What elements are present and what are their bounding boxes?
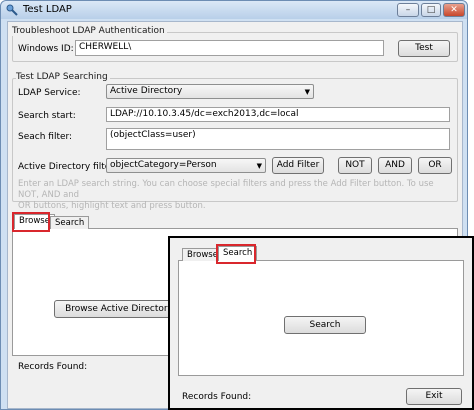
- window-title: Test LDAP: [23, 4, 72, 15]
- ad-filters-value: objectCategory=Person: [110, 160, 217, 170]
- ldap-service-value: Active Directory: [110, 86, 183, 96]
- not-button[interactable]: NOT: [338, 157, 372, 174]
- windows-id-input[interactable]: CHERWELL\: [75, 40, 384, 56]
- minimize-button[interactable]: –: [397, 3, 419, 17]
- chevron-down-icon: ▼: [304, 88, 310, 96]
- maximize-button[interactable]: □: [421, 3, 441, 17]
- minimize-icon: –: [405, 5, 411, 15]
- search-tab-inset: Browse Search Search Records Found: Exit: [168, 236, 474, 410]
- test-button[interactable]: Test: [398, 40, 450, 57]
- ad-filters-select[interactable]: objectCategory=Person ▼: [106, 158, 266, 173]
- title-bar[interactable]: Test LDAP – □ ✕: [1, 1, 467, 19]
- search-start-input[interactable]: LDAP://10.10.3.45/dc=exch2013,dc=local: [106, 107, 450, 122]
- search-hint-line2: OR buttons, highlight text and press but…: [18, 201, 206, 211]
- or-button[interactable]: OR: [418, 157, 452, 174]
- ldap-service-label: LDAP Service:: [18, 88, 81, 98]
- search-filter-label: Seach filter:: [18, 132, 73, 142]
- search-filter-input[interactable]: (objectClass=user): [106, 128, 450, 150]
- search-hint-line1: Enter an LDAP search string. You can cho…: [18, 179, 434, 200]
- windows-id-label: Windows ID:: [18, 44, 74, 54]
- troubleshoot-group-title: Troubleshoot LDAP Authentication: [12, 26, 167, 36]
- searching-group-title: Test LDAP Searching: [16, 72, 110, 82]
- ldap-app-icon: [6, 4, 18, 16]
- chevron-down-icon: ▼: [256, 162, 262, 170]
- search-button[interactable]: Search: [284, 316, 366, 334]
- exit-button[interactable]: Exit: [406, 388, 462, 405]
- close-icon: ✕: [450, 5, 458, 15]
- tab-search[interactable]: Search: [50, 216, 90, 229]
- ldap-service-select[interactable]: Active Directory ▼: [106, 84, 314, 99]
- maximize-icon: □: [426, 5, 436, 15]
- browse-active-directory-button[interactable]: Browse Active Directory: [54, 300, 184, 318]
- close-window-button[interactable]: ✕: [443, 3, 465, 17]
- inset-records-found-label: Records Found:: [182, 392, 252, 402]
- and-button[interactable]: AND: [378, 157, 412, 174]
- search-tab-highlight: [216, 244, 256, 264]
- search-hint-text: Enter an LDAP search string. You can cho…: [18, 179, 454, 212]
- records-found-label: Records Found:: [18, 362, 88, 372]
- search-start-label: Search start:: [18, 111, 76, 121]
- browse-tab-highlight: [12, 212, 50, 232]
- add-filter-button[interactable]: Add Filter: [272, 157, 324, 174]
